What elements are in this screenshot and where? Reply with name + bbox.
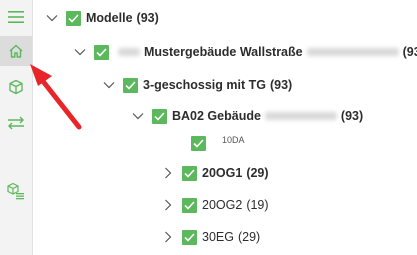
tree-node-label: Mustergebäude Wallstraße — [144, 45, 303, 59]
tree-node-count: (93) — [269, 78, 293, 92]
tree-node-ba02[interactable]: BA02 Gebäude (93) — [131, 106, 363, 126]
tree-node-20og2[interactable]: 20OG2 (19) — [161, 195, 269, 215]
tree-node-label: 20OG1 — [202, 166, 243, 180]
tree-node-count: (93) — [136, 11, 159, 25]
tree-node-10da[interactable]: 10DA — [191, 133, 245, 153]
chevron-right-icon[interactable] — [161, 198, 175, 212]
chevron-down-icon[interactable] — [102, 78, 116, 92]
tree-node-count: (29) — [237, 230, 261, 244]
chevron-down-icon[interactable] — [131, 109, 145, 123]
tree-node-count: (93) — [340, 109, 364, 123]
tree-node-20og1[interactable]: 20OG1 (29) — [161, 163, 269, 183]
home-button[interactable] — [0, 36, 32, 66]
tree-node-label: 10DA — [222, 135, 245, 145]
cube-icon — [8, 79, 24, 95]
menu-icon — [8, 11, 24, 23]
chevron-right-icon[interactable] — [161, 230, 175, 244]
menu-button[interactable] — [0, 2, 32, 32]
tree-node-label: BA02 Gebäude — [172, 109, 261, 123]
tree-node-count: (93) — [402, 45, 417, 59]
chevron-right-icon[interactable] — [161, 166, 175, 180]
tree-node-modelle[interactable]: Modelle (93) — [45, 8, 159, 28]
chevron-down-icon[interactable] — [73, 45, 87, 59]
redacted-text — [306, 48, 399, 56]
home-icon — [8, 43, 24, 59]
sidebar — [0, 0, 33, 255]
checkbox[interactable] — [152, 108, 167, 124]
redacted-text — [264, 112, 337, 120]
models-button[interactable] — [0, 72, 32, 102]
tree-node-label: 20OG2 — [202, 198, 243, 212]
checkbox[interactable] — [182, 197, 197, 213]
cube-list-icon — [7, 182, 25, 200]
tree-node-floors[interactable]: 3-geschossig mit TG (93) — [102, 75, 292, 95]
tree-node-building[interactable]: Mustergebäude Wallstraße (93) — [73, 42, 417, 62]
checkbox[interactable] — [66, 10, 81, 26]
model-tree: Modelle (93) Mustergebäude Wallstraße (9… — [33, 0, 417, 255]
checkbox[interactable] — [94, 44, 109, 60]
tree-node-label: Modelle — [86, 11, 133, 25]
redacted-text — [118, 48, 140, 56]
model-list-button[interactable] — [0, 176, 32, 206]
tree-node-count: (19) — [246, 198, 269, 212]
checkbox[interactable] — [182, 229, 197, 245]
checkbox[interactable] — [182, 165, 197, 181]
tree-node-label: 30EG — [202, 230, 234, 244]
tree-node-label: 3-geschossig mit TG — [143, 78, 266, 92]
checkbox[interactable] — [123, 77, 138, 93]
checkbox[interactable] — [191, 135, 206, 151]
tree-node-count: (29) — [246, 166, 269, 180]
chevron-down-icon[interactable] — [45, 11, 59, 25]
tree-node-30eg[interactable]: 30EG (29) — [161, 227, 260, 247]
compare-button[interactable] — [0, 108, 32, 138]
swap-arrows-icon — [7, 116, 25, 130]
